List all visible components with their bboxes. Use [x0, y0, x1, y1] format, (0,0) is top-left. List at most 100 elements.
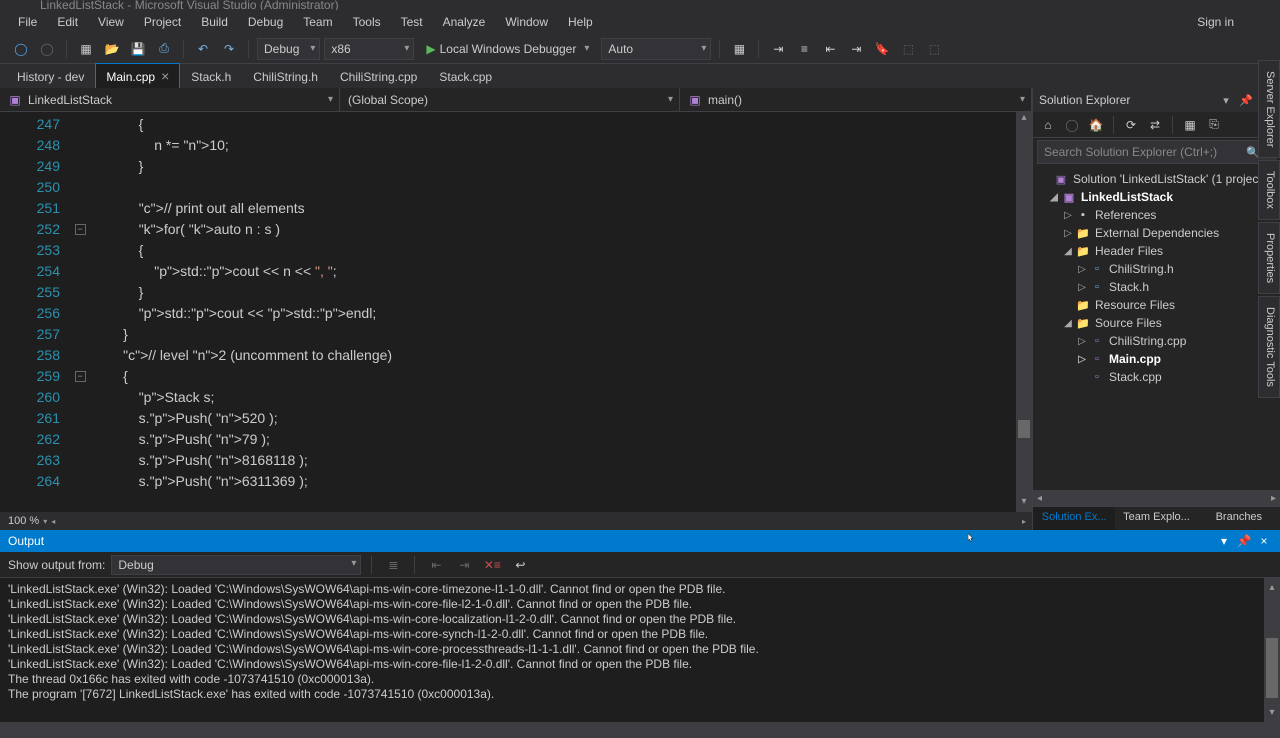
fold-toggle[interactable]: − [75, 224, 86, 235]
output-scrollbar-v[interactable]: ▴ ▾ [1264, 578, 1280, 722]
menu-tools[interactable]: Tools [343, 12, 391, 32]
menu-view[interactable]: View [88, 12, 134, 32]
wrap-icon[interactable]: ↩ [509, 554, 531, 576]
sidetab-properties[interactable]: Properties [1258, 222, 1280, 294]
tree-source-files[interactable]: ◢📁Source Files [1033, 314, 1280, 332]
solution-search[interactable]: 🔍 ▾ [1037, 140, 1276, 164]
fold-toggle[interactable]: − [75, 371, 86, 382]
tree-file[interactable]: ▷▫Stack.h [1033, 278, 1280, 296]
nav-func-dropdown[interactable]: ▣ main() [680, 88, 1032, 111]
menu-help[interactable]: Help [558, 12, 603, 32]
tb-icon-2[interactable]: ⇥ [767, 38, 789, 60]
tree-file[interactable]: ▷▫ChiliString.cpp [1033, 332, 1280, 350]
redo-icon[interactable]: ↷ [218, 38, 240, 60]
tab-chilistring-cpp[interactable]: ChiliString.cpp [329, 65, 428, 88]
menu-project[interactable]: Project [134, 12, 191, 32]
refresh-icon[interactable]: ⟳ [1120, 114, 1142, 136]
sync-icon[interactable]: ⇄ [1144, 114, 1166, 136]
menu-file[interactable]: File [8, 12, 47, 32]
scroll-up-icon[interactable]: ▴ [1016, 112, 1032, 128]
scroll-thumb[interactable] [1018, 420, 1030, 438]
scroll-thumb[interactable] [1266, 638, 1278, 698]
ot-icon-3[interactable]: ⇥ [453, 554, 475, 576]
pin-icon[interactable]: 📌 [1238, 92, 1254, 108]
nav-back-icon[interactable]: ◯ [10, 38, 32, 60]
references-icon: ▪ [1075, 208, 1091, 222]
tab-team-explorer[interactable]: Team Explo... [1115, 507, 1197, 530]
tb-icon-1[interactable]: ▦ [728, 38, 750, 60]
menu-analyze[interactable]: Analyze [433, 12, 496, 32]
tree-solution[interactable]: ▣Solution 'LinkedListStack' (1 project) [1033, 170, 1280, 188]
signin-link[interactable]: Sign in [1187, 12, 1244, 32]
close-icon[interactable]: × [161, 68, 169, 84]
platform-dropdown[interactable]: x86 [324, 38, 414, 60]
code-content[interactable]: { n *= "n">10; } "c">// print out all el… [88, 112, 1016, 512]
sidetab-server-explorer[interactable]: Server Explorer [1258, 60, 1280, 158]
menu-test[interactable]: Test [391, 12, 433, 32]
save-icon[interactable]: 💾 [127, 38, 149, 60]
ot-icon-1[interactable]: ≣ [382, 554, 404, 576]
show-from-dropdown[interactable]: Debug [111, 555, 361, 575]
tree-references[interactable]: ▷▪References [1033, 206, 1280, 224]
nav-fwd-icon[interactable]: ◯ [36, 38, 58, 60]
tab-stack-h[interactable]: Stack.h [180, 65, 242, 88]
scroll-left-icon[interactable]: ◂ [51, 517, 55, 526]
tree-ext-deps[interactable]: ▷📁External Dependencies [1033, 224, 1280, 242]
back-icon[interactable]: ◯ [1061, 114, 1083, 136]
code-editor[interactable]: 2472482492502512522532542552562572582592… [0, 112, 1032, 512]
tab-main-cpp[interactable]: Main.cpp× [95, 63, 180, 88]
tab-chilistring-h[interactable]: ChiliString.h [242, 65, 329, 88]
auto-dropdown[interactable]: Auto [601, 38, 711, 60]
code-scrollbar-v[interactable]: ▴ ▾ [1016, 112, 1032, 512]
close-icon[interactable]: × [1256, 534, 1272, 548]
tree-file[interactable]: ▫Stack.cpp [1033, 368, 1280, 386]
outdent-icon[interactable]: ⇤ [819, 38, 841, 60]
tb-icon-5[interactable]: ⬚ [923, 38, 945, 60]
home-icon[interactable]: ⌂ [1037, 114, 1059, 136]
menu-build[interactable]: Build [191, 12, 238, 32]
menu-debug[interactable]: Debug [238, 12, 293, 32]
tb-icon-4[interactable]: ⬚ [897, 38, 919, 60]
tb-icon-3[interactable]: ≡ [793, 38, 815, 60]
solution-tree[interactable]: ▣Solution 'LinkedListStack' (1 project) … [1033, 166, 1280, 490]
tab-branches[interactable]: Branches [1198, 507, 1280, 530]
tree-resource-files[interactable]: 📁Resource Files [1033, 296, 1280, 314]
clear-icon[interactable]: ✕≡ [481, 554, 503, 576]
output-text[interactable]: 'LinkedListStack.exe' (Win32): Loaded 'C… [0, 578, 1280, 738]
tab-stack-cpp[interactable]: Stack.cpp [428, 65, 503, 88]
scroll-right-icon[interactable]: ▸ [1022, 517, 1026, 526]
tab-history[interactable]: History - dev [6, 65, 95, 88]
indent-icon[interactable]: ⇥ [845, 38, 867, 60]
new-project-icon[interactable]: ▦ [75, 38, 97, 60]
start-debug-button[interactable]: ▶ Local Windows Debugger ▾ [418, 38, 597, 60]
tree-file[interactable]: ▷▫ChiliString.h [1033, 260, 1280, 278]
tree-file[interactable]: ▷▫Main.cpp [1033, 350, 1280, 368]
solution-scroll-h[interactable]: ◂▸ [1033, 490, 1280, 506]
tree-project[interactable]: ◢▣LinkedListStack [1033, 188, 1280, 206]
sidetab-diagnostic[interactable]: Diagnostic Tools [1258, 296, 1280, 398]
menu-edit[interactable]: Edit [47, 12, 88, 32]
sidetab-toolbox[interactable]: Toolbox [1258, 160, 1280, 220]
nav-scope-dropdown[interactable]: (Global Scope) [340, 88, 680, 111]
menu-team[interactable]: Team [293, 12, 342, 32]
search-input[interactable] [1044, 145, 1246, 159]
save-all-icon[interactable]: ⎙ [153, 38, 175, 60]
open-icon[interactable]: 📂 [101, 38, 123, 60]
tab-solution-explorer[interactable]: Solution Ex... [1033, 507, 1115, 530]
ot-icon-2[interactable]: ⇤ [425, 554, 447, 576]
show-all-icon[interactable]: ▦ [1179, 114, 1201, 136]
scroll-down-icon[interactable]: ▾ [1016, 496, 1032, 512]
output-dropdown-icon[interactable]: ▾ [1216, 534, 1232, 548]
tree-header-files[interactable]: ◢📁Header Files [1033, 242, 1280, 260]
nav-project-dropdown[interactable]: ▣ LinkedListStack [0, 88, 340, 111]
panel-dropdown-icon[interactable]: ▾ [1218, 92, 1234, 108]
config-dropdown[interactable]: Debug [257, 38, 320, 60]
menu-window[interactable]: Window [495, 12, 558, 32]
bookmark-icon[interactable]: 🔖 [871, 38, 893, 60]
zoom-dropdown-icon[interactable]: ▾ [43, 517, 47, 526]
output-scrollbar-h[interactable] [0, 722, 1280, 738]
undo-icon[interactable]: ↶ [192, 38, 214, 60]
properties-icon[interactable]: ⎘ [1203, 114, 1225, 136]
pin-icon[interactable]: 📌 [1236, 534, 1252, 548]
sln-home-icon[interactable]: 🏠 [1085, 114, 1107, 136]
